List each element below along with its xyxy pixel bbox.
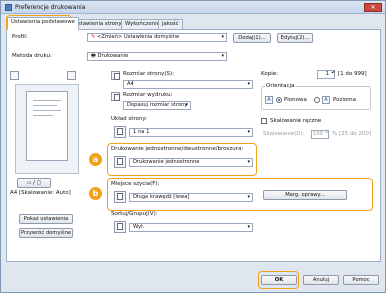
collate-select[interactable]: Wył. ▾ bbox=[129, 223, 253, 232]
profile-select[interactable]: ✎ <Zmień> Ustawienia domyślne ▾ bbox=[87, 33, 227, 42]
copies-label: Kopie: bbox=[261, 71, 278, 77]
preview-page bbox=[26, 91, 68, 161]
title-bar: Preferencje drukowania ✕ bbox=[1, 1, 385, 14]
print-preferences-window: Preferencje drukowania ✕ Ustawienia pods… bbox=[0, 0, 386, 293]
binding-label: Miejsce szycia(F): bbox=[111, 181, 160, 187]
chevron-down-icon: ▾ bbox=[221, 34, 224, 40]
output-size-value: Dopasuj rozmiar strony bbox=[127, 102, 188, 108]
edit-profile-button[interactable]: Edytuj(2)... bbox=[277, 33, 313, 43]
tab-quality[interactable]: Jakość bbox=[158, 19, 183, 29]
preview-settings-icon[interactable] bbox=[67, 71, 76, 80]
add-profile-button[interactable]: Dodaj(1)... bbox=[233, 33, 271, 43]
preview-caption: A4 [Skalowanie: Auto] bbox=[10, 190, 71, 196]
layout-label: Układ strony: bbox=[111, 116, 148, 122]
portrait-label: Pionowa bbox=[284, 97, 307, 103]
badge-a: a bbox=[89, 153, 102, 166]
portrait-radio[interactable] bbox=[276, 97, 282, 103]
method-label: Metoda druku: bbox=[12, 53, 52, 59]
method-value: Drukowanie bbox=[97, 53, 129, 59]
cancel-button[interactable]: Anuluj bbox=[303, 275, 339, 285]
duplex-icon bbox=[114, 156, 126, 168]
layout-select[interactable]: 1 na 1 ▾ bbox=[129, 128, 253, 137]
scale-input[interactable]: 100 bbox=[311, 130, 329, 139]
chevron-down-icon: ▾ bbox=[247, 81, 250, 87]
binding-margin-button[interactable]: Marg. oprawy... bbox=[263, 190, 347, 200]
help-button[interactable]: Pomoc bbox=[343, 275, 379, 285]
window-title: Preferencje drukowania bbox=[15, 4, 86, 11]
collate-value: Wył. bbox=[133, 224, 145, 230]
show-settings-button[interactable]: Pokaż ustawienia bbox=[19, 214, 73, 224]
preview-mode-icon[interactable] bbox=[10, 71, 19, 80]
page-size-label: Rozmiar strony(S): bbox=[123, 71, 174, 77]
settings-panel: Profil: ✎ <Zmień> Ustawienia domyślne ▾ … bbox=[6, 29, 381, 262]
chevron-down-icon: ▾ bbox=[247, 224, 250, 230]
page-size-value: A4 bbox=[127, 81, 134, 87]
chevron-down-icon: ▾ bbox=[247, 194, 250, 200]
close-icon[interactable]: ✕ bbox=[364, 3, 382, 12]
tab-page-setup[interactable]: stawienia strony bbox=[74, 19, 126, 29]
landscape-icon: A bbox=[322, 96, 330, 104]
output-size-label: Rozmiar wydruku: bbox=[123, 92, 173, 98]
method-select[interactable]: 🖶 Drukowanie ▾ bbox=[87, 52, 227, 61]
restore-defaults-button[interactable]: Przywróć domyślne bbox=[19, 228, 73, 238]
ok-button[interactable]: OK bbox=[261, 275, 297, 285]
output-size-icon bbox=[111, 92, 120, 101]
chevron-down-icon: ▾ bbox=[247, 159, 250, 165]
badge-b: b bbox=[89, 187, 102, 200]
binding-icon bbox=[114, 191, 126, 203]
profile-label: Profil: bbox=[12, 34, 28, 40]
landscape-label: Pozioma bbox=[333, 97, 356, 103]
scale-label: Skalowanie(D): bbox=[263, 131, 305, 137]
collate-label: Sortuj/Grupuj(V): bbox=[111, 211, 158, 217]
page-size-select[interactable]: A4 ▾ bbox=[123, 80, 253, 89]
chevron-down-icon: ▾ bbox=[247, 129, 250, 135]
scale-range: % [25 do 200] bbox=[332, 131, 372, 137]
chevron-down-icon: ▾ bbox=[221, 53, 224, 59]
collate-icon bbox=[114, 221, 126, 233]
copies-input[interactable]: 1 bbox=[317, 70, 335, 79]
duplex-value: Drukowanie jednostronne bbox=[133, 159, 200, 165]
landscape-radio[interactable] bbox=[314, 97, 320, 103]
output-size-select[interactable]: Dopasuj rozmiar strony ▾ bbox=[123, 101, 191, 110]
page-preview bbox=[15, 84, 79, 174]
binding-value: Długa krawędź [lewa] bbox=[133, 194, 190, 200]
duplex-label: Drukowanie jednostronne/dwustronne/brosz… bbox=[111, 146, 244, 152]
tab-basic-settings[interactable]: Ustawienia podstawowe bbox=[7, 17, 79, 30]
duplex-select[interactable]: Drukowanie jednostronne ▾ bbox=[129, 158, 253, 167]
manual-scaling-checkbox[interactable] bbox=[261, 118, 267, 124]
manual-scaling-label: Skalowanie ręczne bbox=[270, 118, 322, 124]
preview-toggle-button[interactable]: ▭ / ▢ bbox=[17, 178, 51, 188]
portrait-icon: A bbox=[265, 96, 273, 104]
profile-value: <Zmień> Ustawienia domyślne bbox=[97, 34, 180, 40]
copies-range: [1 do 999] bbox=[338, 71, 367, 77]
binding-select[interactable]: Długa krawędź [lewa] ▾ bbox=[129, 193, 253, 202]
layout-icon bbox=[114, 126, 126, 138]
layout-value: 1 na 1 bbox=[133, 129, 150, 135]
orientation-label: Orientacja bbox=[265, 83, 296, 89]
chevron-down-icon: ▾ bbox=[185, 102, 188, 108]
printer-icon bbox=[5, 4, 12, 11]
page-size-icon bbox=[111, 71, 120, 80]
